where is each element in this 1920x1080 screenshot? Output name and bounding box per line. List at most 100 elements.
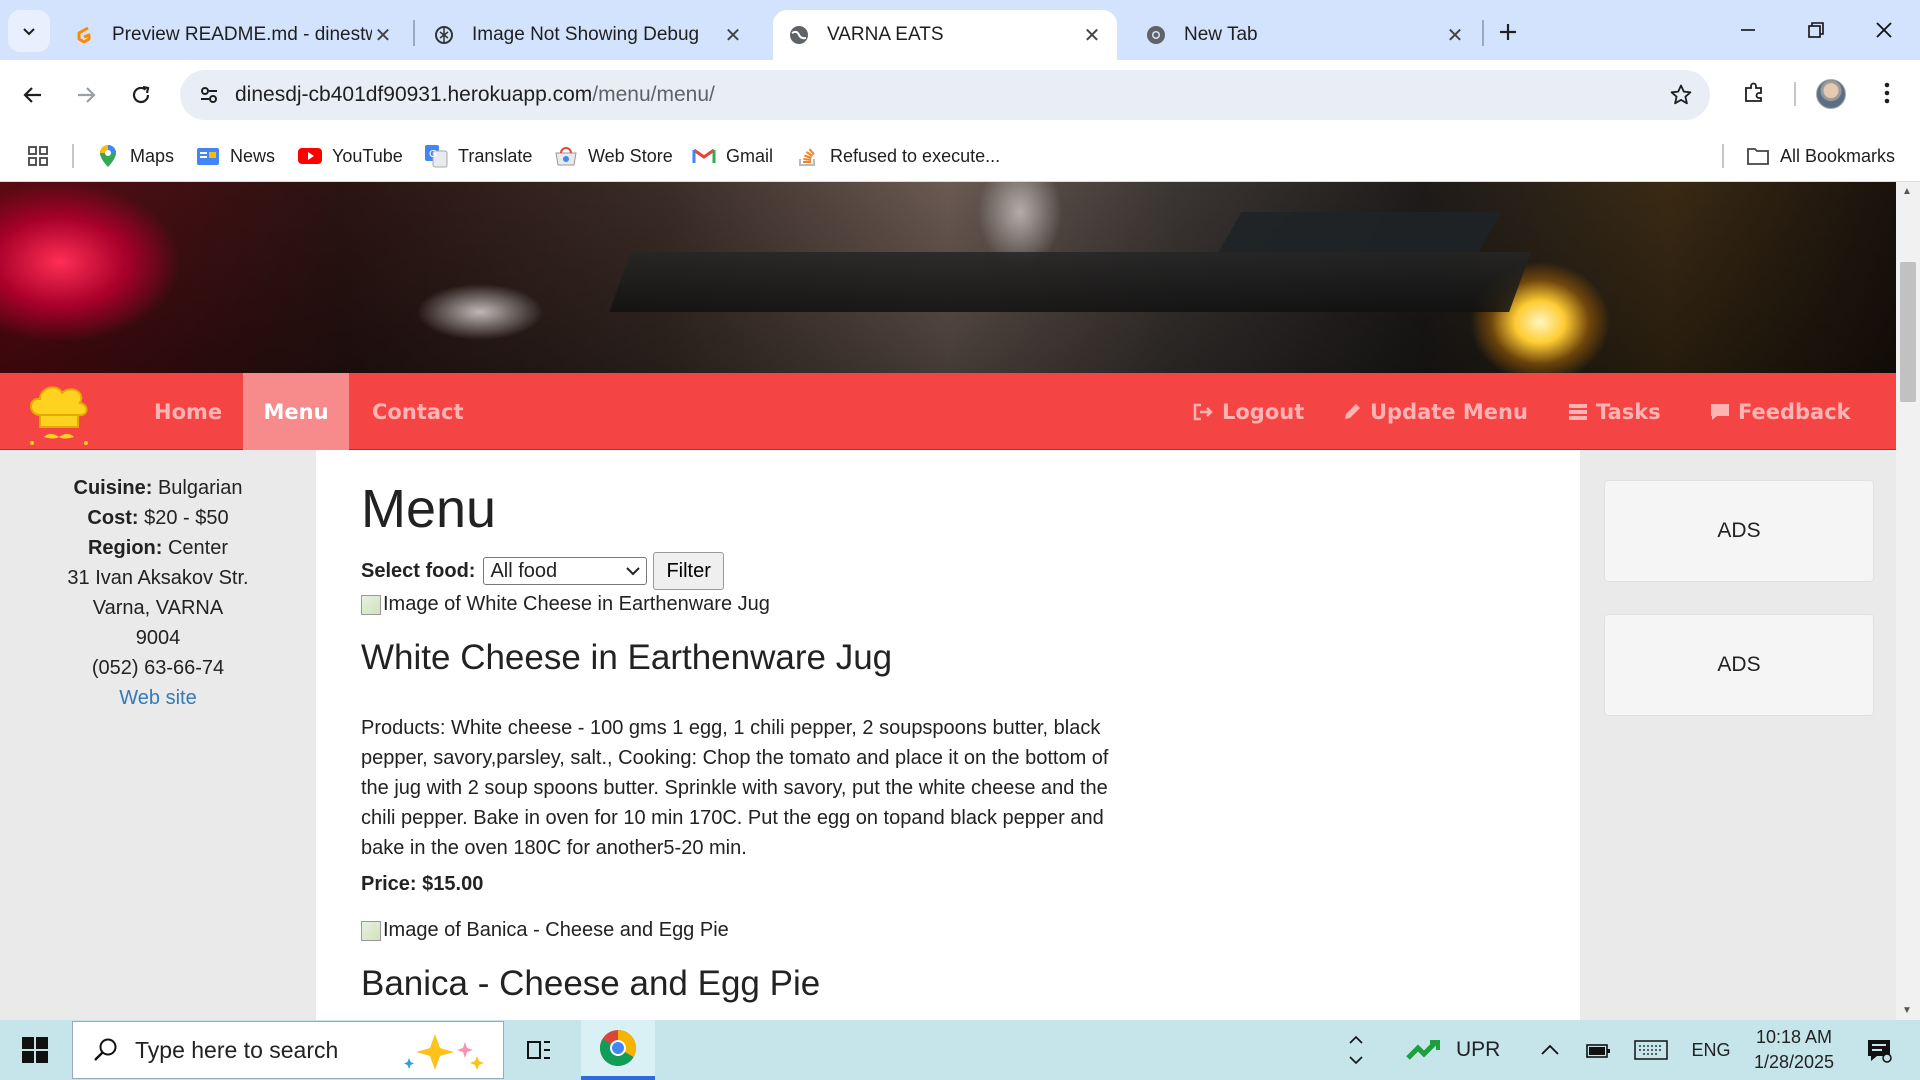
sign-out-icon xyxy=(1192,402,1214,422)
site-settings-icon[interactable] xyxy=(194,80,224,110)
battery-button[interactable] xyxy=(1582,1020,1614,1080)
clock[interactable]: 10:18 AM 1/28/2025 xyxy=(1744,1020,1844,1080)
close-icon[interactable]: ✕ xyxy=(722,24,744,47)
scroll-down-arrow-icon[interactable]: ▼ xyxy=(1902,1005,1912,1016)
nav-logout-link[interactable]: Logout xyxy=(1170,373,1326,450)
nav-update-menu-label: Update Menu xyxy=(1370,399,1528,424)
globe-icon xyxy=(787,23,811,47)
bookmark-news[interactable]: News xyxy=(196,140,275,172)
bookmark-maps[interactable]: Maps xyxy=(96,140,174,172)
cuisine-row: Cuisine: Bulgarian xyxy=(0,473,316,503)
tab-preview-readme[interactable]: Preview README.md - dinestw ✕ xyxy=(58,10,408,60)
tab-title: New Tab xyxy=(1184,24,1258,45)
bookmark-star-icon[interactable] xyxy=(1666,80,1696,110)
restaurant-info-panel: Cuisine: Bulgarian Cost: $20 - $50 Regio… xyxy=(0,450,316,1020)
region-value: Center xyxy=(167,537,229,559)
chevron-down-icon xyxy=(626,567,641,576)
close-icon[interactable]: ✕ xyxy=(372,24,394,47)
address-bar[interactable]: dinesdj-cb401df90931.herokuapp.com/menu/… xyxy=(180,70,1710,120)
nav-menu-link[interactable]: Menu xyxy=(243,373,349,450)
extensions-button[interactable] xyxy=(1736,74,1772,110)
bookmark-gmail[interactable]: Gmail xyxy=(692,140,773,172)
restore-button[interactable] xyxy=(1782,0,1850,60)
back-button[interactable] xyxy=(12,74,54,116)
gitpod-icon xyxy=(72,23,96,47)
nav-feedback-link[interactable]: Feedback xyxy=(1688,373,1873,450)
language-label: ENG xyxy=(1691,1039,1731,1060)
windows-taskbar: Type here to search UPR ENG 10:18 AM 1/2… xyxy=(0,1020,1920,1080)
nav-contact-link[interactable]: Contact xyxy=(350,373,486,450)
close-icon[interactable]: ✕ xyxy=(1444,24,1466,47)
cost-label: Cost: xyxy=(87,507,139,529)
chef-hat-logo-icon[interactable] xyxy=(22,379,94,447)
bookmarks-bar: Maps News YouTube G Translate Web Store … xyxy=(0,130,1920,182)
address-street: 31 Ivan Aksakov Str. xyxy=(67,567,249,589)
filter-button[interactable]: Filter xyxy=(653,552,724,590)
touch-keyboard-button[interactable] xyxy=(1632,1020,1670,1080)
nav-tasks-link[interactable]: Tasks xyxy=(1546,373,1683,450)
bookmark-label: Maps xyxy=(130,145,175,166)
taskbar-chrome-button[interactable] xyxy=(581,1020,655,1080)
scrollbar-thumb[interactable] xyxy=(1900,262,1916,402)
web-store-icon xyxy=(554,144,578,168)
bookmark-label: Gmail xyxy=(726,145,774,166)
gmail-icon xyxy=(692,144,716,168)
taskbar-scroll-arrows[interactable] xyxy=(1342,1020,1370,1080)
close-icon[interactable]: ✕ xyxy=(1081,24,1103,47)
nav-home-link[interactable]: Home xyxy=(132,373,244,450)
bookmark-refused-to-execute[interactable]: Refused to execute... xyxy=(796,140,1000,172)
nav-update-menu-link[interactable]: Update Menu xyxy=(1320,373,1550,450)
tab-search-button[interactable] xyxy=(8,10,50,52)
nav-feedback-label: Feedback xyxy=(1738,399,1851,424)
keyboard-icon xyxy=(1634,1040,1668,1060)
browser-toolbar: dinesdj-cb401df90931.herokuapp.com/menu/… xyxy=(0,60,1920,130)
forward-button[interactable] xyxy=(65,74,107,116)
new-tab-button[interactable] xyxy=(1490,14,1526,50)
dish-title: White Cheese in Earthenware Jug xyxy=(361,638,893,677)
tab-varna-eats[interactable]: VARNA EATS ✕ xyxy=(773,10,1117,60)
scroll-up-arrow-icon[interactable]: ▲ xyxy=(1902,186,1912,197)
ad-box[interactable]: ADS xyxy=(1604,614,1874,716)
cost-value: $20 - $50 xyxy=(144,507,229,529)
ad-box[interactable]: ADS xyxy=(1604,480,1874,582)
food-select[interactable]: All food xyxy=(483,557,648,585)
reload-button[interactable] xyxy=(120,74,162,116)
chevron-down-icon xyxy=(1349,1056,1363,1065)
all-bookmarks-button[interactable]: All Bookmarks xyxy=(1746,140,1895,172)
comment-icon xyxy=(1710,402,1730,422)
windows-logo-icon xyxy=(22,1037,48,1063)
nav-logout-label: Logout xyxy=(1222,399,1305,424)
page-title: Menu xyxy=(361,479,497,539)
close-icon xyxy=(1876,22,1892,38)
hero-table-shape xyxy=(609,252,1531,312)
stock-up-icon xyxy=(1406,1040,1440,1060)
pencil-icon xyxy=(1342,402,1362,422)
bookmark-youtube[interactable]: YouTube xyxy=(298,140,403,172)
start-button[interactable] xyxy=(12,1032,58,1068)
language-indicator[interactable]: ENG xyxy=(1686,1020,1736,1080)
page-scrollbar[interactable]: ▲ ▼ xyxy=(1896,182,1920,1020)
bookmark-label: Translate xyxy=(458,145,533,166)
stock-label: UPR xyxy=(1456,1038,1501,1061)
profile-avatar[interactable] xyxy=(1816,79,1846,109)
restore-icon xyxy=(1808,22,1824,38)
maps-pin-icon xyxy=(96,144,120,168)
browser-menu-button[interactable] xyxy=(1872,76,1902,110)
bookmark-translate[interactable]: G Translate xyxy=(424,140,532,172)
dish-title: Banica - Cheese and Egg Pie xyxy=(361,964,821,1003)
notifications-button[interactable] xyxy=(1854,1020,1904,1080)
stock-widget[interactable]: UPR xyxy=(1406,1020,1526,1080)
bookmark-web-store[interactable]: Web Store xyxy=(554,140,673,172)
close-window-button[interactable] xyxy=(1850,0,1918,60)
show-hidden-icons-button[interactable] xyxy=(1534,1020,1566,1080)
tab-new-tab[interactable]: New Tab ✕ xyxy=(1130,10,1480,60)
minimize-button[interactable] xyxy=(1714,0,1782,60)
task-view-button[interactable] xyxy=(516,1020,564,1080)
apps-grid-icon[interactable] xyxy=(24,142,52,170)
taskbar-search-box[interactable]: Type here to search xyxy=(72,1021,504,1079)
bookmark-label: Refused to execute... xyxy=(830,145,1001,166)
dish-image-alt-text: Image of White Cheese in Earthenware Jug xyxy=(383,593,770,615)
tab-image-debug[interactable]: Image Not Showing Debug ✕ xyxy=(418,10,758,60)
website-link[interactable]: Web site xyxy=(119,687,196,709)
tab-title: Image Not Showing Debug xyxy=(472,24,700,45)
